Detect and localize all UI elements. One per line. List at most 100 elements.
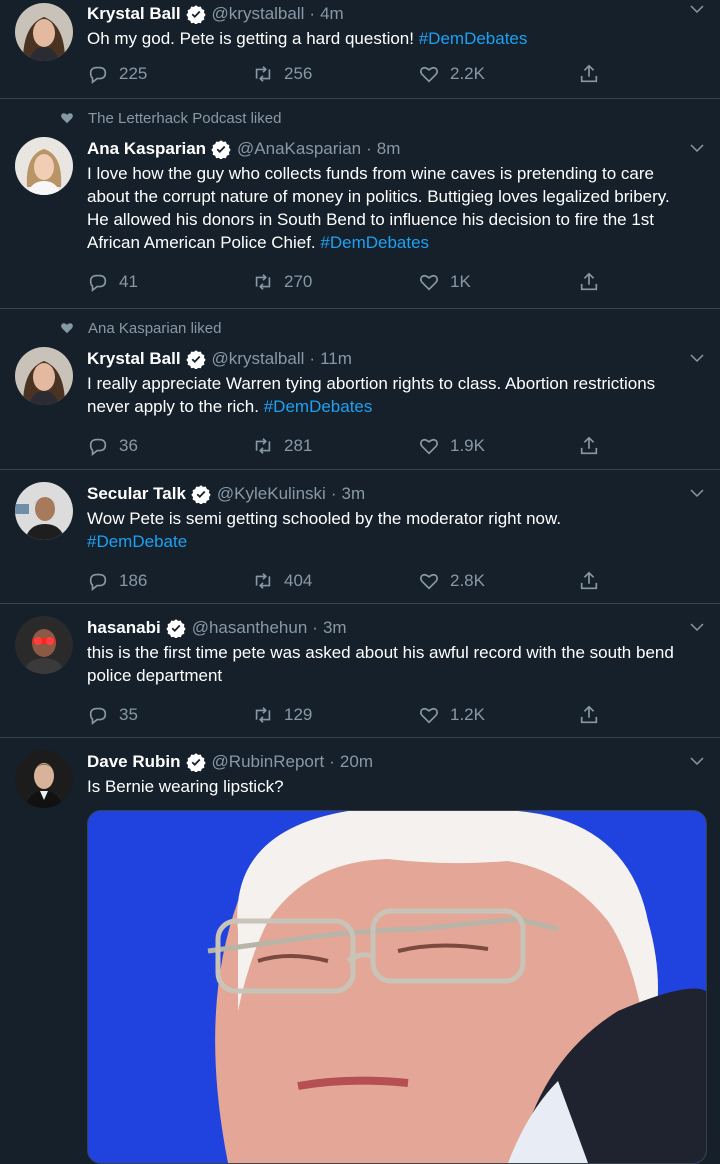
like-count: 2.2K <box>450 64 485 83</box>
tweet-media-image[interactable] <box>87 810 707 1164</box>
like-icon <box>420 573 438 590</box>
author-handle[interactable]: @krystalball <box>212 347 305 371</box>
reply-count: 225 <box>119 64 148 83</box>
timestamp[interactable]: 11m <box>320 347 352 371</box>
avatar[interactable] <box>14 137 73 195</box>
like-button[interactable]: 1K <box>418 271 578 293</box>
author-handle[interactable]: @hasanthehun <box>192 616 308 640</box>
avatar[interactable] <box>14 3 73 61</box>
hashtag-link[interactable]: #DemDebates <box>419 29 528 48</box>
timestamp[interactable]: 3m <box>323 616 347 640</box>
tweet[interactable]: hasanabi @hasanthehun · 3m this is the f… <box>0 604 720 738</box>
retweet-button[interactable]: 129 <box>252 704 418 726</box>
hashtag-link[interactable]: #DemDebate <box>87 532 187 551</box>
tweet[interactable]: The Letterhack Podcast liked Ana Kaspari… <box>0 99 720 309</box>
reply-button[interactable]: 225 <box>87 63 252 85</box>
retweet-button[interactable]: 404 <box>252 570 418 592</box>
avatar[interactable] <box>14 482 73 540</box>
retweet-icon <box>255 66 271 82</box>
retweet-button[interactable]: 281 <box>252 435 418 457</box>
heart-icon <box>61 323 73 334</box>
retweet-count: 404 <box>284 571 313 590</box>
author-handle[interactable]: @krystalball <box>212 2 305 26</box>
author-handle[interactable]: @RubinReport <box>212 750 325 774</box>
timestamp[interactable]: 8m <box>377 137 401 161</box>
share-button[interactable] <box>578 704 610 726</box>
retweet-button[interactable]: 270 <box>252 271 418 293</box>
tweet[interactable]: Krystal Ball @krystalball · 4m Oh my god… <box>0 0 720 99</box>
chevron-down-icon[interactable] <box>688 0 706 18</box>
tweet-actions: 41 270 1K <box>87 262 690 302</box>
like-button[interactable]: 1.9K <box>418 435 578 457</box>
tweet-header: Krystal Ball @krystalball · 4m <box>87 2 690 26</box>
tweet-text: Oh my god. Pete is getting a hard questi… <box>87 29 528 48</box>
chevron-down-icon[interactable] <box>688 139 706 157</box>
reply-button[interactable]: 186 <box>87 570 252 592</box>
like-button[interactable]: 1.2K <box>418 704 578 726</box>
tweet-header: Secular Talk @KyleKulinski · 3m <box>87 482 690 506</box>
like-count: 1K <box>450 272 471 291</box>
author-handle[interactable]: @AnaKasparian <box>237 137 361 161</box>
chevron-down-icon[interactable] <box>688 484 706 502</box>
author-name[interactable]: Secular Talk <box>87 482 186 506</box>
avatar[interactable] <box>14 750 73 808</box>
verified-badge-icon <box>185 753 206 772</box>
avatar[interactable] <box>14 347 73 405</box>
retweet-count: 281 <box>284 436 313 455</box>
timestamp[interactable]: 4m <box>320 2 344 26</box>
author-name[interactable]: Dave Rubin <box>87 750 181 774</box>
verified-badge-icon <box>185 5 206 24</box>
tweet-text: this is the first time pete was asked ab… <box>87 643 674 685</box>
share-button[interactable] <box>578 435 610 457</box>
author-name[interactable]: Krystal Ball <box>87 347 181 371</box>
reply-icon <box>89 66 107 84</box>
author-name[interactable]: hasanabi <box>87 616 161 640</box>
retweet-button[interactable]: 256 <box>252 63 418 85</box>
tweet-text: I love how the guy who collects funds fr… <box>87 164 670 252</box>
timestamp[interactable]: 20m <box>340 750 373 774</box>
like-icon <box>420 707 438 724</box>
social-context: The Letterhack Podcast liked <box>0 99 720 137</box>
reply-button[interactable]: 36 <box>87 435 252 457</box>
chevron-down-icon[interactable] <box>688 618 706 636</box>
tweet-header: hasanabi @hasanthehun · 3m <box>87 616 690 640</box>
like-count: 2.8K <box>450 571 485 590</box>
like-button[interactable]: 2.8K <box>418 570 578 592</box>
reply-count: 186 <box>119 571 148 590</box>
reply-icon <box>89 707 107 725</box>
retweet-icon <box>255 707 271 723</box>
share-button[interactable] <box>578 63 610 85</box>
reply-icon <box>89 573 107 591</box>
reply-button[interactable]: 35 <box>87 704 252 726</box>
author-name[interactable]: Krystal Ball <box>87 2 181 26</box>
hashtag-link[interactable]: #DemDebates <box>320 233 429 252</box>
share-icon <box>580 705 598 724</box>
author-handle[interactable]: @KyleKulinski <box>217 482 326 506</box>
chevron-down-icon[interactable] <box>688 349 706 367</box>
reply-button[interactable]: 41 <box>87 271 252 293</box>
tweet-text: Wow Pete is semi getting schooled by the… <box>87 509 562 551</box>
chevron-down-icon[interactable] <box>688 752 706 770</box>
reply-count: 36 <box>119 436 138 455</box>
share-icon <box>580 272 598 291</box>
avatar[interactable] <box>14 616 73 674</box>
retweet-icon <box>255 274 271 290</box>
hashtag-link[interactable]: #DemDebates <box>264 397 373 416</box>
share-button[interactable] <box>578 570 610 592</box>
tweet[interactable]: Dave Rubin @RubinReport · 20m Is Bernie … <box>0 738 720 1164</box>
reply-icon <box>89 438 107 456</box>
tweet-text: I really appreciate Warren tying abortio… <box>87 374 656 416</box>
reply-count: 41 <box>119 272 138 291</box>
media-photo <box>88 811 706 1163</box>
tweet-actions: 36 281 1.9K <box>87 426 690 466</box>
verified-badge-icon <box>191 485 211 504</box>
author-name[interactable]: Ana Kasparian <box>87 137 206 161</box>
tweet[interactable]: Secular Talk @KyleKulinski · 3m Wow Pete… <box>0 470 720 604</box>
share-button[interactable] <box>578 271 610 293</box>
verified-badge-icon <box>166 619 186 638</box>
tweet[interactable]: Ana Kasparian liked Krystal Ball @krysta… <box>0 309 720 470</box>
tweet-header: Krystal Ball @krystalball · 11m <box>87 347 690 371</box>
timestamp[interactable]: 3m <box>341 482 365 506</box>
like-button[interactable]: 2.2K <box>418 63 578 85</box>
like-icon <box>420 274 438 291</box>
